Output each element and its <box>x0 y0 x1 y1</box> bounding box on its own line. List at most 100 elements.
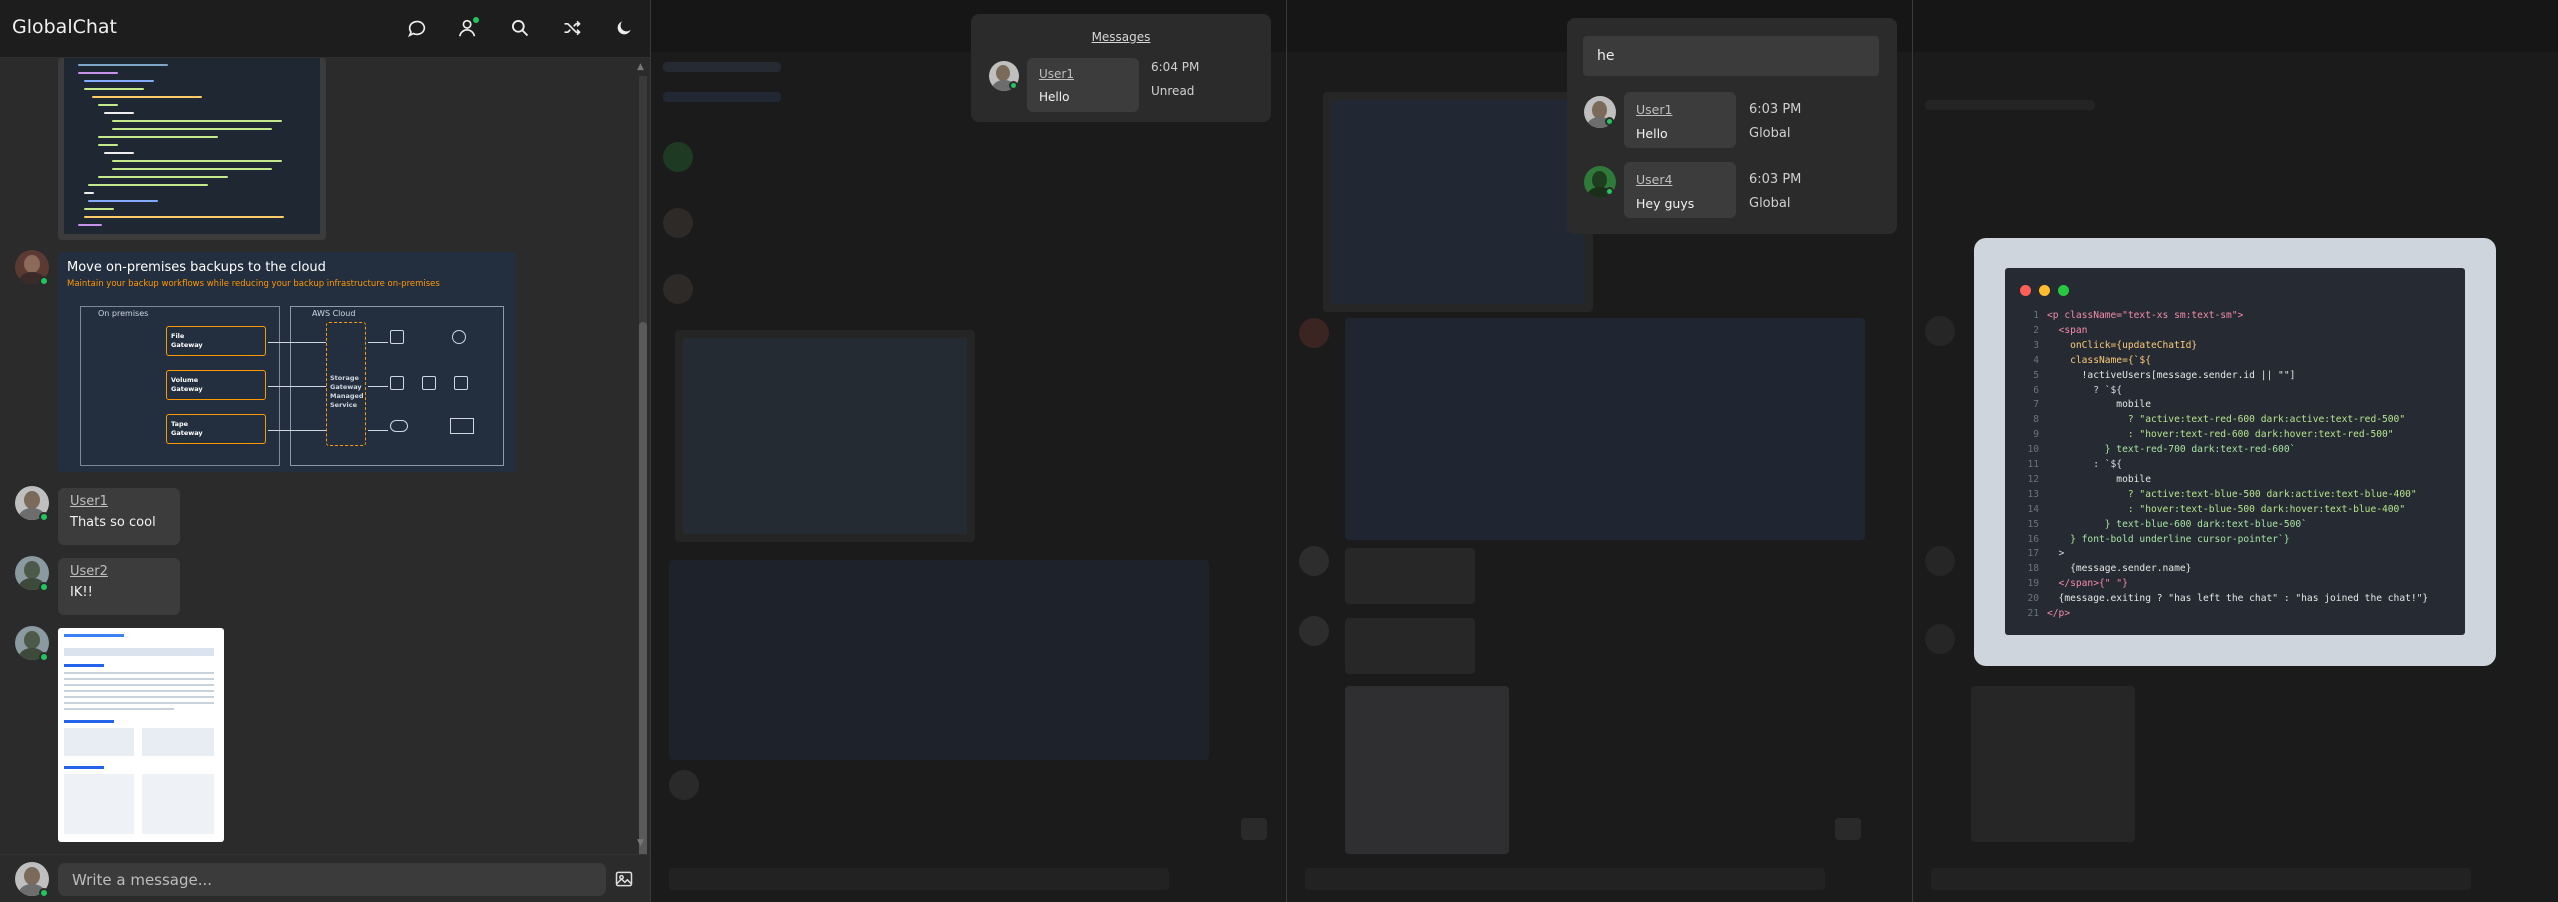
message-username[interactable]: User1 <box>1039 67 1074 81</box>
code-text: !activeUsers[message.sender.id || ""] <box>2047 369 2296 381</box>
unread-message-item[interactable]: User1 Hello <box>1027 58 1139 112</box>
messages-popup: Messages User1 Hello 6:04 PM Unread <box>971 14 1271 122</box>
message-composer <box>0 854 650 902</box>
ec2-icon <box>454 376 468 390</box>
code-text: {message.exiting ? "has left the chat" :… <box>2047 593 2429 605</box>
attachment-subtitle: Maintain your backup workflows while red… <box>67 279 440 289</box>
code-text: </span>{" "} <box>2047 578 2128 590</box>
message-text: Hello <box>1039 90 1070 104</box>
maximize-dot-icon <box>2058 285 2069 296</box>
message-status: Unread <box>1151 84 1195 98</box>
code-line: 3 onClick={updateChatId} <box>2009 340 2461 355</box>
result-username[interactable]: User4 <box>1636 172 1672 187</box>
online-dot <box>473 17 479 23</box>
shuffle-icon[interactable] <box>559 15 585 41</box>
search-result-item[interactable]: User4 Hey guys <box>1624 162 1736 218</box>
file-gateway-label: File Gateway <box>171 332 203 349</box>
search-icon[interactable] <box>507 15 533 41</box>
messages-pane: Messages User1 Hello 6:04 PM Unread <box>650 0 1286 902</box>
line-number: 4 <box>2033 354 2039 366</box>
code-line: 20 {message.exiting ? "has left the chat… <box>2009 593 2461 608</box>
tape-gateway-box: Tape Gateway <box>166 414 266 444</box>
code-text: > <box>2047 548 2065 560</box>
code-line: 14 : "hover:text-blue-500 dark:hover:tex… <box>2009 504 2461 519</box>
line-number: 9 <box>2033 429 2039 441</box>
code-text: mobile <box>2047 399 2151 411</box>
online-status-dot <box>39 276 49 286</box>
line-number: 18 <box>2027 563 2039 575</box>
online-status-dot <box>1009 81 1018 90</box>
aws-diagram-attachment[interactable]: Move on-premises backups to the cloud Ma… <box>58 252 516 472</box>
line-number: 1 <box>2033 310 2039 321</box>
code-text: onClick={updateChatId} <box>2047 339 2198 351</box>
blurred-navbar <box>1913 0 2558 52</box>
line-number: 5 <box>2033 369 2039 381</box>
code-screenshot-attachment[interactable] <box>58 58 326 240</box>
result-username[interactable]: User1 <box>1636 102 1672 117</box>
message-username[interactable]: User1 <box>70 494 168 509</box>
backup-icon <box>422 376 436 390</box>
top-navbar: GlobalChat <box>0 0 650 58</box>
managed-service-label: Storage Gateway Managed Service <box>330 374 364 409</box>
code-line: 1 <p className="text-xs sm:text-sm"> <box>2009 310 2461 325</box>
code-line: 11 : `${ <box>2009 459 2461 474</box>
result-time: 6:03 PM <box>1749 102 1802 117</box>
code-text: ? `${ <box>2047 384 2123 396</box>
message-bubble: User1 Thats so cool <box>58 488 180 545</box>
line-number: 13 <box>2027 488 2039 500</box>
code-line: 8 ? "active:text-red-600 dark:active:tex… <box>2009 414 2461 429</box>
line-number: 17 <box>2027 548 2039 560</box>
search-input[interactable] <box>1583 36 1879 76</box>
message-list-scrollbar[interactable]: ▲ ▼ <box>636 62 648 882</box>
code-snippet-image: 1 <p className="text-xs sm:text-sm"> 2 <sp… <box>2005 268 2465 635</box>
code-text: } text-red-700 dark:text-red-600` <box>2047 444 2296 456</box>
line-number: 15 <box>2027 518 2039 530</box>
glacier-icon <box>452 330 466 344</box>
close-dot-icon <box>2020 285 2031 296</box>
line-number: 16 <box>2027 533 2039 545</box>
image-preview-pane: 1 <p className="text-xs sm:text-sm"> 2 <sp… <box>1912 0 2558 902</box>
result-time: 6:03 PM <box>1749 172 1802 187</box>
search-result-item[interactable]: User1 Hello <box>1624 92 1736 148</box>
result-channel: Global <box>1749 126 1791 141</box>
line-number: 21 <box>2027 608 2039 619</box>
code-line: 18 {message.sender.name} <box>2009 563 2461 578</box>
code-line: 9 : "hover:text-red-600 dark:hover:text-… <box>2009 429 2461 444</box>
ebs-icon <box>390 376 404 390</box>
s3-icon <box>390 330 404 344</box>
line-number: 8 <box>2033 414 2039 426</box>
code-line: 2 <span <box>2009 325 2461 340</box>
scroll-down-arrow-icon[interactable]: ▼ <box>637 838 644 848</box>
line-number: 20 <box>2027 593 2039 605</box>
online-status-dot <box>39 512 49 522</box>
code-text: : `${ <box>2047 459 2123 470</box>
scrollbar-thumb[interactable] <box>639 322 647 882</box>
code-text: } text-blue-600 dark:text-blue-500` <box>2047 518 2307 530</box>
code-line: 6 ? `${ <box>2009 385 2461 400</box>
code-text: {message.sender.name} <box>2047 563 2192 575</box>
moon-icon[interactable] <box>611 15 637 41</box>
code-line: 5 !activeUsers[message.sender.id || ""] <box>2009 370 2461 385</box>
result-text: Hey guys <box>1636 196 1695 211</box>
message-text: IK!! <box>70 585 93 600</box>
image-icon[interactable] <box>614 869 634 889</box>
code-line: 12 mobile <box>2009 474 2461 489</box>
message-list[interactable]: Move on-premises backups to the cloud Ma… <box>0 58 650 854</box>
user-icon[interactable] <box>455 15 481 41</box>
image-preview-modal[interactable]: 1 <p className="text-xs sm:text-sm"> 2 <sp… <box>1974 238 2496 666</box>
code-line: 19 </span>{" "} <box>2009 578 2461 593</box>
message-username[interactable]: User2 <box>70 564 168 579</box>
scroll-up-arrow-icon[interactable]: ▲ <box>637 62 644 72</box>
online-status-dot <box>1605 117 1614 126</box>
code-line: 21 </p> <box>2009 608 2461 623</box>
messages-header[interactable]: Messages <box>971 30 1271 44</box>
code-lines: 1 <p className="text-xs sm:text-sm"> 2 <sp… <box>2009 310 2461 631</box>
line-number: 3 <box>2033 339 2039 351</box>
message-bubble: User2 IK!! <box>58 558 180 615</box>
result-channel: Global <box>1749 196 1791 211</box>
message-input[interactable] <box>58 863 606 896</box>
document-screenshot-attachment[interactable] <box>58 628 224 842</box>
chat-icon[interactable] <box>404 15 430 41</box>
app-title[interactable]: GlobalChat <box>12 16 117 38</box>
archive-icon <box>450 418 474 434</box>
